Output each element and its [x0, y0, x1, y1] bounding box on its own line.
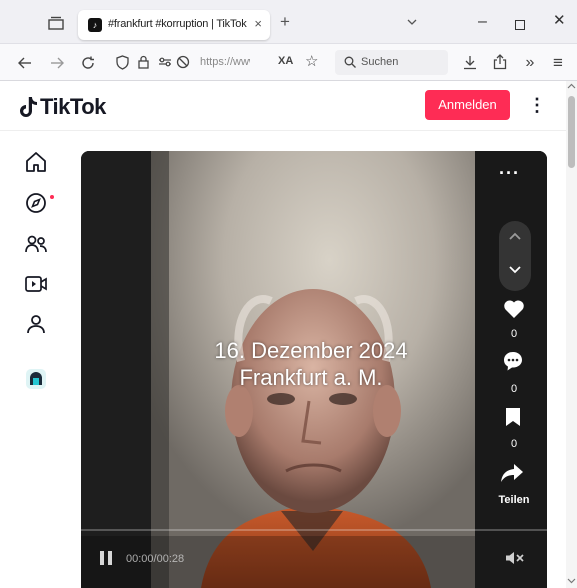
tracking-blocked-icon[interactable]	[176, 55, 190, 69]
like-count: 0	[510, 328, 518, 340]
comment-icon[interactable]	[502, 350, 524, 372]
bookmark-count: 0	[510, 438, 518, 450]
overflow-menu-button[interactable]: »	[522, 44, 538, 81]
tiktok-header: TikTok Anmelden ⋮	[0, 81, 566, 131]
scroll-up-icon[interactable]	[567, 83, 576, 89]
lock-icon[interactable]	[138, 55, 149, 69]
app-menu-button[interactable]: ≡	[551, 44, 565, 81]
profile-icon[interactable]	[24, 312, 48, 336]
share-label: Teilen	[498, 494, 530, 506]
address-bar[interactable]: https://www.ti XA ☆	[108, 50, 333, 75]
forward-icon[interactable]	[50, 56, 64, 70]
video-time: 00:00/00:28	[126, 553, 185, 565]
new-tab-button[interactable]: +	[280, 13, 290, 30]
scroll-down-icon[interactable]	[567, 578, 576, 584]
tab-title: #frankfurt #korruption | TikTok	[108, 18, 247, 30]
logo-text: TikTok	[40, 94, 106, 119]
bookmark-star-icon[interactable]: ☆	[305, 52, 318, 70]
get-app-icon[interactable]	[24, 367, 48, 391]
browser-tab-bar: ♪ #frankfurt #korruption | TikTok × + – …	[0, 0, 577, 44]
permissions-icon[interactable]	[158, 56, 172, 68]
video-caption-overlay: 16. Dezember 2024 Frankfurt a. M.	[191, 337, 431, 391]
search-field[interactable]: Suchen	[335, 50, 448, 75]
like-icon[interactable]	[503, 299, 525, 319]
search-icon	[344, 56, 356, 68]
live-icon[interactable]	[24, 272, 48, 296]
notification-dot	[50, 195, 54, 199]
following-icon[interactable]	[24, 232, 48, 256]
share-icon[interactable]	[493, 54, 507, 70]
comment-count: 0	[510, 383, 518, 395]
tiktok-favicon-icon: ♪	[88, 18, 102, 32]
share-arrow-icon[interactable]	[499, 462, 525, 484]
maximize-button[interactable]	[515, 20, 525, 30]
close-window-button[interactable]: ✕	[553, 13, 566, 29]
tab-overview-icon[interactable]	[48, 16, 64, 30]
browser-window: ♪ #frankfurt #korruption | TikTok × + – …	[0, 0, 577, 588]
explore-icon[interactable]	[24, 191, 48, 215]
url-text[interactable]: https://www.ti	[200, 56, 250, 68]
browser-nav-bar: https://www.ti XA ☆ Suchen » ≡	[0, 44, 577, 81]
more-options-icon[interactable]: ⋮	[528, 93, 546, 117]
chevron-up-icon[interactable]	[508, 231, 522, 241]
chevron-down-icon[interactable]	[407, 17, 417, 27]
browser-tab[interactable]: ♪ #frankfurt #korruption | TikTok ×	[78, 10, 270, 40]
back-icon[interactable]	[18, 56, 32, 70]
shield-icon[interactable]	[116, 55, 129, 70]
video-nav-buttons	[499, 221, 531, 291]
translate-icon[interactable]: XA	[278, 55, 293, 67]
chevron-down-icon[interactable]	[508, 265, 522, 275]
more-icon[interactable]: ···	[499, 163, 520, 184]
bookmark-icon[interactable]	[505, 407, 521, 427]
reload-icon[interactable]	[81, 56, 95, 70]
video-player[interactable]: 16. Dezember 2024 Frankfurt a. M. ··· 0 …	[81, 151, 547, 588]
scrollbar-thumb[interactable]	[568, 96, 575, 168]
pause-icon[interactable]	[99, 550, 113, 566]
login-button[interactable]: Anmelden	[425, 90, 510, 120]
download-icon[interactable]	[463, 55, 477, 70]
close-tab-icon[interactable]: ×	[254, 17, 262, 31]
home-icon[interactable]	[24, 150, 48, 174]
minimize-button[interactable]: –	[478, 14, 487, 30]
overlay-city: Frankfurt a. M.	[239, 365, 383, 390]
muted-volume-icon[interactable]	[505, 551, 525, 565]
tiktok-note-icon	[20, 97, 37, 117]
search-placeholder: Suchen	[361, 56, 399, 68]
overlay-date: 16. Dezember 2024	[214, 338, 408, 363]
